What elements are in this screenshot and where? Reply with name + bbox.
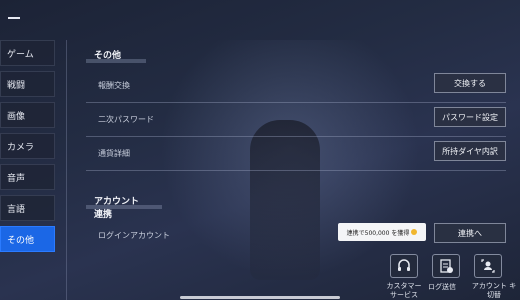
- sidebar-item-battle[interactable]: 戦闘: [0, 71, 55, 97]
- exchange-button[interactable]: 交換する: [434, 73, 506, 93]
- row-label: 二次パスワード: [98, 115, 154, 124]
- customer-service-button[interactable]: [390, 254, 418, 278]
- sidebar-item-label: その他: [7, 235, 35, 246]
- sidebar-item-label: 画像: [7, 111, 26, 122]
- sidebar-item-audio[interactable]: 音声: [0, 164, 55, 190]
- sidebar-item-graphics[interactable]: 画像: [0, 102, 55, 128]
- sidebar-item-label: 言語: [7, 204, 26, 215]
- link-reward-tooltip: 連携で500,000 を獲得: [338, 223, 426, 241]
- sidebar-item-label: 戦闘: [7, 80, 26, 91]
- log-send-button[interactable]: [432, 254, 460, 278]
- menu-icon[interactable]: [8, 17, 20, 19]
- row-label: 通貨詳細: [98, 149, 130, 158]
- row-secondary-password: 二次パスワード パスワード設定: [86, 102, 506, 137]
- headset-icon: [398, 259, 410, 271]
- section-header-other: その他: [86, 48, 146, 64]
- sidebar-item-label: ゲーム: [7, 49, 34, 60]
- customer-service-label: カスタマー サービス: [386, 282, 422, 299]
- top-bar: [0, 0, 520, 30]
- log-send-label: ログ送信: [428, 283, 456, 291]
- section-header-account: アカウント連携: [86, 194, 162, 220]
- tooltip-text: 連携で500,000 を獲得: [346, 229, 410, 237]
- home-indicator: [180, 296, 340, 299]
- sidebar-item-other[interactable]: その他: [0, 226, 55, 252]
- row-login-account: ログインアカウント 連携へ: [86, 218, 506, 252]
- link-account-button[interactable]: 連携へ: [434, 223, 506, 243]
- sidebar-item-label: 音声: [7, 173, 26, 184]
- sidebar-item-camera[interactable]: カメラ: [0, 133, 55, 159]
- settings-sidebar: ゲーム 戦闘 画像 カメラ 音声 言語 その他: [0, 40, 58, 257]
- row-currency-details: 通貨詳細 所持ダイヤ内訳: [86, 136, 506, 171]
- sidebar-item-label: カメラ: [7, 142, 35, 153]
- account-switch-icon: [481, 259, 495, 273]
- section-title: その他: [94, 51, 122, 61]
- account-switch-button[interactable]: [474, 254, 502, 278]
- row-label: 報酬交換: [98, 81, 130, 90]
- sidebar-item-game[interactable]: ゲーム: [0, 40, 55, 66]
- password-setting-button[interactable]: パスワード設定: [434, 107, 506, 127]
- section-title: アカウント連携: [94, 197, 140, 220]
- account-switch-label: アカウント キ 切替: [471, 282, 517, 299]
- coin-icon: [411, 229, 418, 235]
- diamond-breakdown-button[interactable]: 所持ダイヤ内訳: [434, 141, 506, 161]
- document-send-icon: [440, 259, 453, 273]
- sidebar-item-language[interactable]: 言語: [0, 195, 55, 221]
- sidebar-divider: [66, 40, 67, 300]
- row-label: ログインアカウント: [98, 231, 170, 240]
- row-reward-exchange: 報酬交換 交換する: [86, 68, 506, 103]
